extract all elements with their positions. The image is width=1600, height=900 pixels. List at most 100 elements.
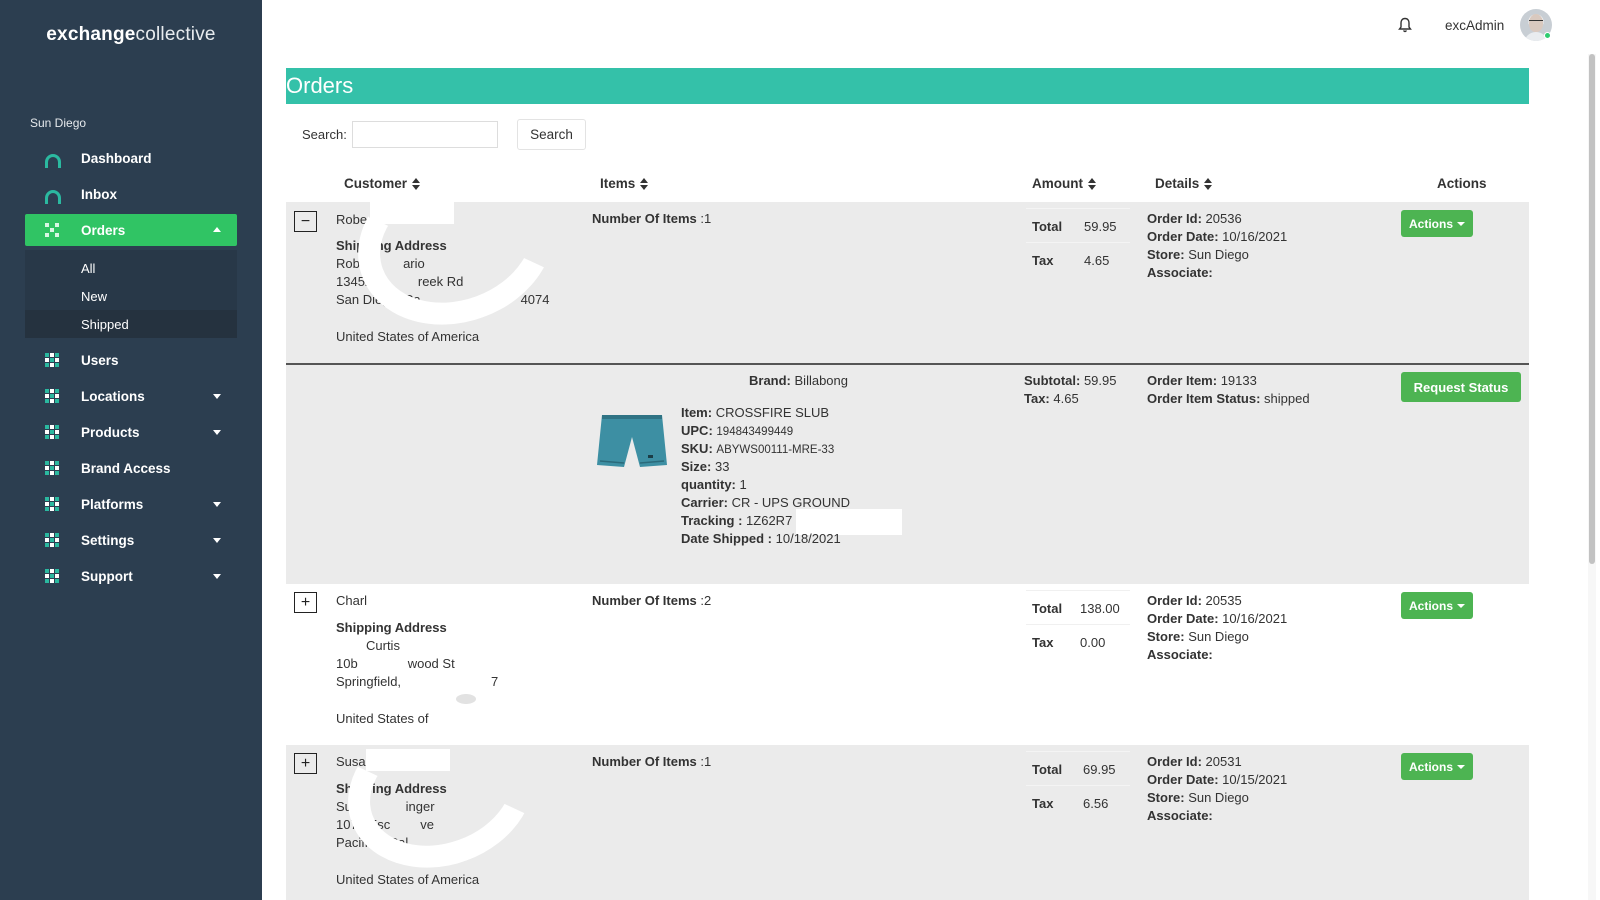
sidebar-item-platforms[interactable]: Platforms — [25, 488, 237, 520]
platforms-grid-icon — [45, 497, 61, 511]
online-status-dot — [1544, 32, 1551, 39]
sidebar-item-label: Dashboard — [81, 150, 152, 166]
sidebar-item-label: Support — [81, 568, 133, 584]
expand-toggle[interactable]: + — [294, 753, 317, 774]
header-label: Amount — [1032, 176, 1083, 191]
sidebar-item-support[interactable]: Support — [25, 560, 237, 592]
customer-name: Charl — [336, 593, 368, 608]
logo[interactable]: exchangecollective — [0, 24, 262, 46]
column-header-items[interactable]: Items — [600, 176, 649, 191]
actions-dropdown-button[interactable]: Actions — [1401, 592, 1473, 619]
order-id: Order Id: 20535 — [1147, 593, 1242, 608]
divider — [1026, 624, 1130, 625]
sidebar-item-dashboard[interactable]: Dashboard — [25, 142, 237, 174]
chevron-down-icon — [213, 430, 221, 435]
collapse-toggle[interactable]: − — [294, 211, 317, 232]
order-date: Order Date: 10/16/2021 — [1147, 229, 1288, 244]
header-label: Actions — [1437, 176, 1487, 191]
caret-down-icon — [1457, 221, 1465, 226]
order-item-status: Order Item Status: shipped — [1147, 391, 1310, 406]
address-country: United States of America — [336, 872, 480, 887]
sidebar-item-settings[interactable]: Settings — [25, 524, 237, 556]
submenu-item-all[interactable]: All — [25, 254, 237, 282]
chevron-up-icon — [213, 227, 221, 232]
sidebar-item-inbox[interactable]: Inbox — [25, 178, 237, 210]
column-header-details[interactable]: Details — [1155, 176, 1213, 191]
search-button[interactable]: Search — [517, 119, 586, 150]
item-subtotal: Subtotal: 59.95 — [1024, 373, 1117, 388]
actions-dropdown-button[interactable]: Actions — [1401, 210, 1473, 237]
column-header-amount[interactable]: Amount — [1032, 176, 1096, 191]
sidebar-item-brand-access[interactable]: Brand Access — [25, 452, 237, 484]
number-of-items: Number Of Items :1 — [592, 754, 712, 769]
chevron-down-icon — [213, 538, 221, 543]
redaction — [456, 694, 476, 704]
order-item-detail: Brand: Billabong Item: CROSSFIRE SLUB UP… — [286, 365, 1529, 584]
total-value: 59.95 — [1084, 219, 1117, 234]
page-title: Orders — [286, 68, 1529, 104]
sidebar-item-orders[interactable]: Orders — [25, 214, 237, 246]
order-associate: Associate: — [1147, 808, 1213, 823]
divider — [1026, 590, 1130, 591]
sidebar-item-label: Brand Access — [81, 460, 171, 476]
number-of-items: Number Of Items :1 — [592, 211, 712, 226]
users-grid-icon — [45, 353, 61, 367]
request-status-button[interactable]: Request Status — [1401, 372, 1521, 402]
products-grid-icon — [45, 425, 61, 439]
item-sku: SKU: ABYWS00111-MRE-33 — [681, 441, 835, 456]
item-size: Size: 33 — [681, 459, 730, 474]
item-tax: Tax: 4.65 — [1024, 391, 1079, 406]
shipping-address-label: Shipping Address — [336, 620, 447, 635]
column-header-actions: Actions — [1437, 176, 1487, 191]
divider — [1026, 242, 1130, 243]
total-value: 138.00 — [1080, 601, 1120, 616]
tax-value: 6.56 — [1083, 796, 1109, 811]
store-name: Sun Diego — [30, 116, 87, 130]
orders-dots-icon — [45, 223, 61, 237]
product-image — [597, 415, 667, 467]
sidebar-item-products[interactable]: Products — [25, 416, 237, 448]
submenu-item-shipped[interactable]: Shipped — [25, 310, 237, 338]
tax-label: Tax — [1032, 635, 1054, 650]
item-upc: UPC: 194843499449 — [681, 423, 794, 438]
caret-down-icon — [1457, 603, 1465, 608]
logo-light-text: collective — [135, 24, 216, 45]
header-label: Details — [1155, 176, 1200, 191]
divider — [1026, 751, 1130, 752]
search-label: Search: — [302, 127, 347, 142]
item-quantity: quantity: 1 — [681, 477, 747, 492]
actions-dropdown-button[interactable]: Actions — [1401, 753, 1473, 780]
tax-label: Tax — [1032, 796, 1054, 811]
divider — [1026, 208, 1130, 209]
order-store: Store: Sun Diego — [1147, 790, 1249, 805]
total-label: Total — [1032, 601, 1063, 616]
sidebar-item-users[interactable]: Users — [25, 344, 237, 376]
tax-label: Tax — [1032, 253, 1054, 268]
redaction — [334, 132, 578, 352]
address-line: 10b wood St — [336, 656, 455, 671]
order-store: Store: Sun Diego — [1147, 247, 1249, 262]
header-label: Items — [600, 176, 636, 191]
order-date: Order Date: 10/16/2021 — [1147, 611, 1288, 626]
address-line: Curtis — [366, 638, 400, 653]
scrollbar-thumb[interactable] — [1589, 54, 1595, 564]
sidebar-item-label: Locations — [81, 388, 145, 404]
sort-icon — [1088, 177, 1096, 190]
tax-value: 4.65 — [1084, 253, 1110, 268]
sidebar-item-label: Platforms — [81, 496, 144, 512]
logo-bold-text: exchange — [46, 24, 136, 45]
address-country: United States of America — [336, 329, 480, 344]
sidebar-item-label: Users — [81, 352, 119, 368]
item-tracking: Tracking : 1Z62R7 — [681, 513, 793, 528]
sidebar: exchangecollective Sun Diego Dashboard I… — [0, 0, 262, 900]
submenu-item-new[interactable]: New — [25, 282, 237, 310]
chevron-down-icon — [213, 502, 221, 507]
address-line: Springfield, 7 — [336, 674, 499, 689]
expand-toggle[interactable]: + — [294, 592, 317, 613]
username[interactable]: excAdmin — [1445, 18, 1504, 33]
bell-icon[interactable] — [1398, 17, 1412, 33]
number-of-items: Number Of Items :2 — [592, 593, 712, 608]
order-associate: Associate: — [1147, 647, 1213, 662]
search-input[interactable] — [352, 121, 498, 148]
sidebar-item-locations[interactable]: Locations — [25, 380, 237, 412]
